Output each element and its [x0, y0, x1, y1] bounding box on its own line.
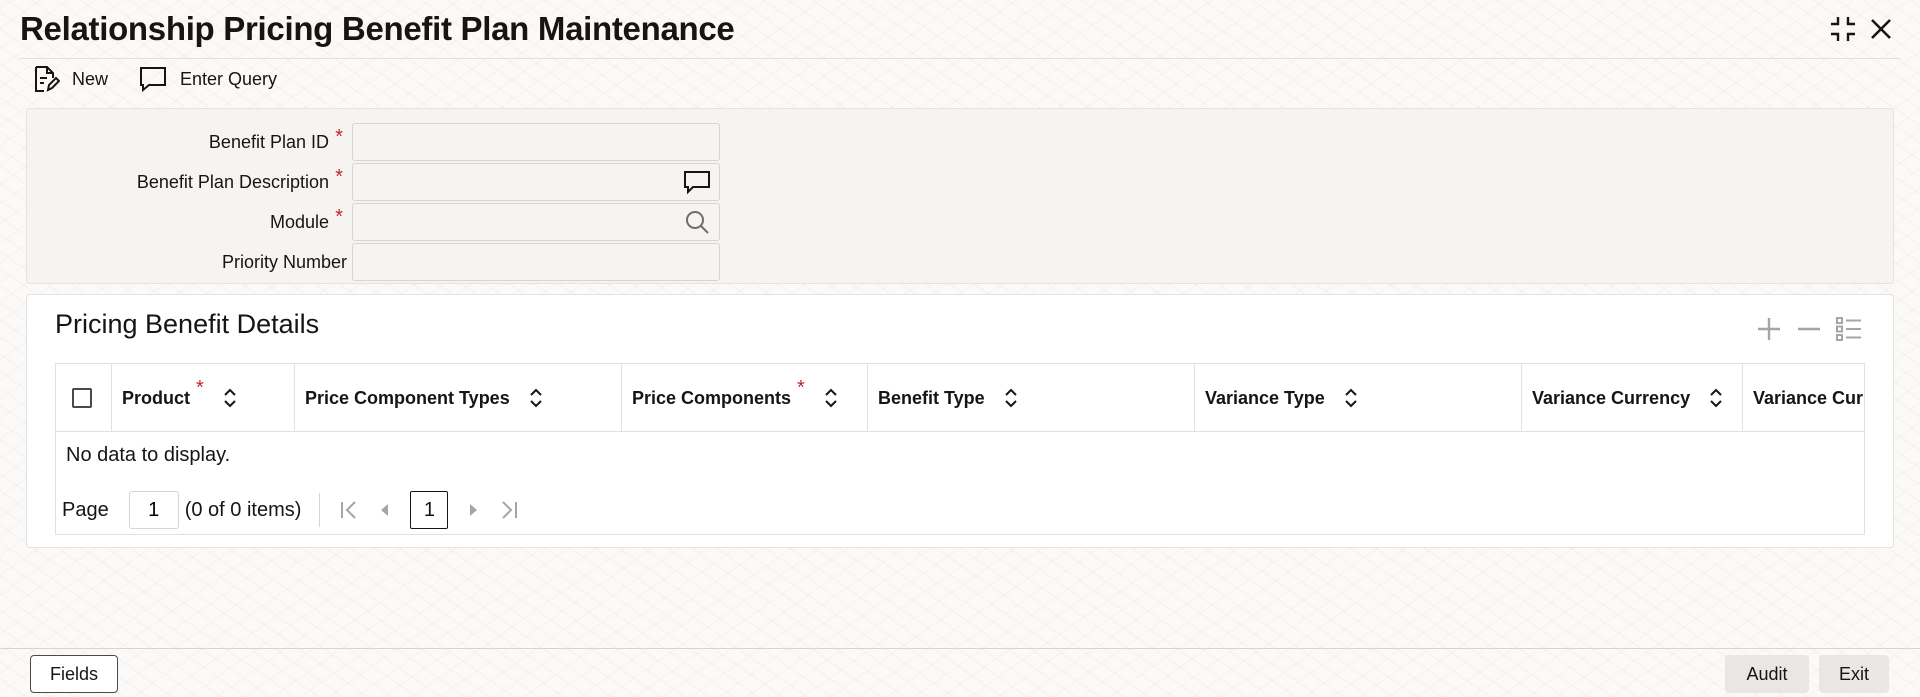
section-title: Pricing Benefit Details: [55, 309, 320, 339]
sort-icon[interactable]: [1708, 388, 1724, 408]
benefit-plan-description-row: Benefit Plan Description *: [27, 163, 720, 201]
select-all-column: [56, 364, 112, 432]
grid-header: Product * Price Component Types Price Co…: [56, 364, 1864, 432]
audit-button[interactable]: Audit: [1725, 655, 1809, 693]
next-page-icon[interactable]: [462, 499, 484, 521]
required-marker: *: [335, 125, 343, 148]
sort-icon[interactable]: [222, 388, 238, 408]
toolbar: New Enter Query: [30, 62, 277, 96]
column-product[interactable]: Product *: [112, 364, 295, 432]
required-marker: *: [196, 376, 204, 399]
search-icon[interactable]: [683, 208, 711, 236]
delete-row-icon[interactable]: [1795, 315, 1823, 343]
narrative-bubble-icon[interactable]: [683, 168, 711, 196]
column-variance-currency[interactable]: Variance Currency: [1522, 364, 1743, 432]
pager-page-label: Page: [62, 498, 109, 521]
column-benefit-type[interactable]: Benefit Type: [868, 364, 1195, 432]
select-all-checkbox[interactable]: [72, 388, 92, 408]
previous-page-icon[interactable]: [374, 499, 396, 521]
column-price-component-types[interactable]: Price Component Types: [295, 364, 622, 432]
single-record-view-icon[interactable]: [1835, 315, 1863, 343]
title-bar: Relationship Pricing Benefit Plan Mainte…: [0, 0, 1920, 60]
collapse-icon[interactable]: [1828, 14, 1858, 44]
add-row-icon[interactable]: [1755, 315, 1783, 343]
exit-button[interactable]: Exit: [1819, 655, 1889, 693]
column-price-components[interactable]: Price Components *: [622, 364, 868, 432]
grid-toolbar: [1755, 315, 1863, 343]
pricing-benefit-details-panel: Pricing Benefit Details Product * Price …: [26, 294, 1894, 548]
priority-number-row: Priority Number: [27, 243, 720, 281]
sort-icon[interactable]: [1003, 388, 1019, 408]
module-label: Module *: [269, 205, 343, 232]
required-marker: *: [335, 205, 343, 228]
first-page-icon[interactable]: [338, 499, 360, 521]
close-icon[interactable]: [1866, 14, 1896, 44]
new-button-label: New: [72, 68, 109, 89]
sort-icon[interactable]: [1343, 388, 1359, 408]
module-input[interactable]: [352, 203, 720, 241]
title-divider: [20, 58, 1900, 59]
pricing-benefit-grid: Product * Price Component Types Price Co…: [55, 363, 1865, 535]
column-variance-currency-2[interactable]: Variance Curre: [1743, 364, 1864, 432]
benefit-plan-id-row: Benefit Plan ID *: [27, 123, 720, 161]
new-button[interactable]: New: [30, 64, 108, 94]
sort-icon[interactable]: [528, 388, 544, 408]
pager-navigation: 1: [338, 491, 520, 529]
module-row: Module *: [27, 203, 720, 241]
priority-number-label: Priority Number: [221, 251, 347, 272]
current-page-button[interactable]: 1: [410, 491, 449, 529]
sort-icon[interactable]: [823, 388, 839, 408]
page-title: Relationship Pricing Benefit Plan Mainte…: [20, 10, 735, 47]
pager-divider: [319, 493, 321, 527]
benefit-plan-description-input[interactable]: [352, 163, 720, 201]
empty-grid-message: No data to display.: [66, 444, 231, 466]
fields-button[interactable]: Fields: [30, 655, 118, 693]
pager-page-input[interactable]: [128, 491, 179, 529]
enter-query-button-label: Enter Query: [180, 68, 278, 89]
new-document-icon: [35, 66, 60, 92]
grid-pager: Page (0 of 0 items) 1: [62, 490, 520, 530]
priority-number-input[interactable]: [352, 243, 720, 281]
required-marker: *: [797, 376, 805, 399]
footer-divider: [0, 648, 1920, 649]
pager-item-count: (0 of 0 items): [184, 498, 302, 521]
benefit-plan-id-label: Benefit Plan ID *: [208, 125, 343, 152]
required-marker: *: [335, 165, 343, 188]
last-page-icon[interactable]: [498, 499, 520, 521]
query-bubble-icon: [140, 67, 167, 93]
column-variance-type[interactable]: Variance Type: [1195, 364, 1522, 432]
app-window: Relationship Pricing Benefit Plan Mainte…: [0, 0, 1920, 697]
benefit-plan-description-label: Benefit Plan Description *: [136, 165, 343, 192]
enter-query-button[interactable]: Enter Query: [138, 64, 277, 94]
header-form-panel: Benefit Plan ID * Benefit Plan Descriptio…: [26, 108, 1894, 284]
benefit-plan-id-input[interactable]: [352, 123, 720, 161]
